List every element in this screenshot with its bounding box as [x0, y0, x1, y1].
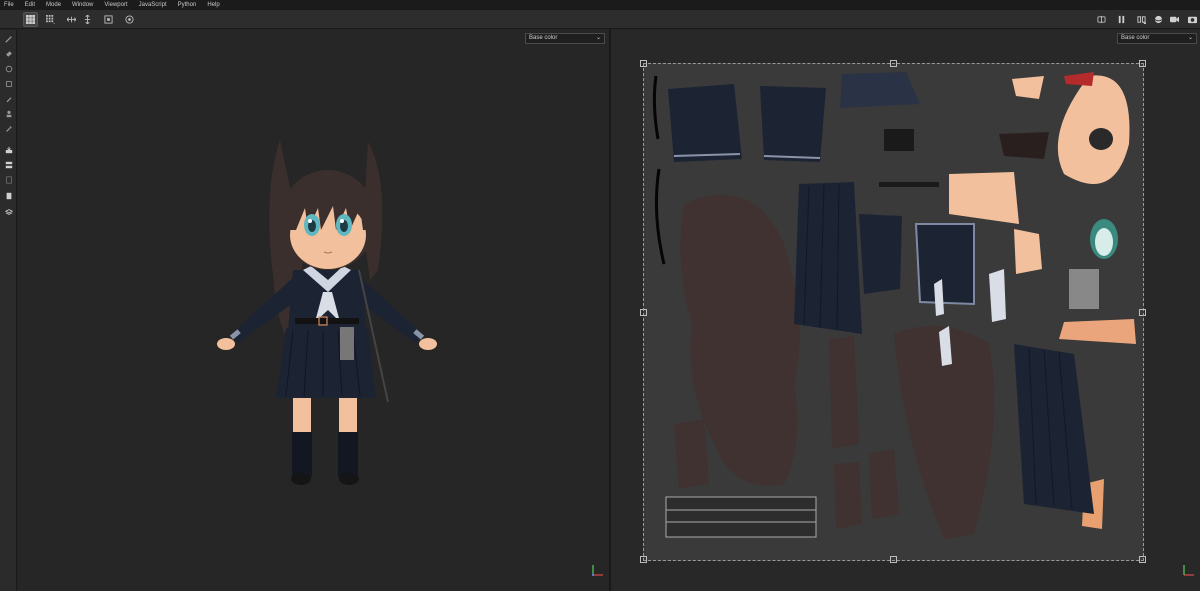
bake-icon: [5, 146, 12, 153]
uv-bodice: [914, 223, 975, 306]
menu-edit[interactable]: Edit: [25, 0, 35, 10]
uv-face-skin: [1057, 75, 1130, 184]
menu-viewport[interactable]: Viewport: [104, 0, 127, 10]
smudge-icon: [6, 96, 11, 102]
channel-dropdown-2d[interactable]: Base color ⌄: [1117, 33, 1197, 44]
menu-help[interactable]: Help: [207, 0, 219, 10]
menu-python[interactable]: Python: [178, 0, 197, 10]
menu-mode[interactable]: Mode: [46, 0, 61, 10]
viewport-3d[interactable]: Base color ⌄: [18, 30, 609, 591]
menu-window[interactable]: Window: [72, 0, 93, 10]
polygon-fill-tool[interactable]: [3, 174, 14, 185]
sphere-button[interactable]: [1151, 12, 1166, 27]
uv-handle-bottom-right[interactable]: [1139, 556, 1146, 563]
paint-brush-tool[interactable]: [3, 33, 14, 44]
uv-collar: [840, 72, 920, 108]
projection-tool[interactable]: [3, 63, 14, 74]
uv-handle-middle-left[interactable]: [640, 309, 647, 316]
fit-horizontal-icon: [67, 16, 76, 23]
fit-vertical-icon: [84, 15, 91, 24]
layers-tool[interactable]: [3, 206, 14, 217]
axis-gizmo-2d: [1183, 565, 1194, 576]
history-icon: [6, 192, 11, 199]
frame-button[interactable]: [101, 12, 116, 27]
camera-button[interactable]: [1167, 12, 1182, 27]
uv-skirt-back: [1014, 344, 1094, 514]
uv-bow: [1064, 72, 1094, 86]
model-shoe-left: [291, 473, 311, 485]
uv-handle-top-left[interactable]: [640, 60, 647, 67]
pause-icon: [1118, 15, 1125, 24]
screenshot-icon: [1188, 16, 1197, 24]
paint-brush-icon: [4, 35, 12, 43]
model-leg-left: [293, 395, 311, 433]
model-shoe-right: [339, 473, 359, 485]
texture-atlas: [652, 72, 1136, 539]
uv-handle-bottom-left[interactable]: [640, 556, 647, 563]
model-pouch: [340, 327, 354, 360]
clone-stamp-icon: [6, 110, 11, 117]
frame-icon: [104, 15, 113, 24]
uv-sleeve-left: [668, 84, 742, 162]
compare-button[interactable]: [1134, 12, 1149, 27]
clone-stamp-tool[interactable]: [3, 108, 14, 119]
uv-sleeve-right: [760, 86, 826, 162]
color-picker-tool[interactable]: [3, 123, 14, 134]
uv-torso-piece: [859, 214, 902, 294]
grid-view-button[interactable]: [43, 12, 58, 27]
eraser-icon: [5, 50, 12, 57]
color-picker-icon: [5, 125, 12, 132]
chevron-down-icon: ⌄: [1187, 35, 1193, 41]
fill-tool[interactable]: [3, 159, 14, 170]
bake-tool[interactable]: [3, 144, 14, 155]
uv-pouch: [1069, 269, 1099, 309]
model-sock-left: [292, 432, 312, 477]
menu-file[interactable]: File: [4, 0, 14, 10]
menu-javascript[interactable]: JavaScript: [139, 0, 167, 10]
model-skirt: [276, 328, 376, 398]
polygon-fill-icon: [5, 175, 12, 184]
pause-button[interactable]: [1114, 12, 1129, 27]
symmetry-icon: [1097, 15, 1106, 24]
model-sock-right: [338, 432, 358, 477]
model-hand-left: [217, 338, 235, 350]
uv-handle-top-right[interactable]: [1139, 60, 1146, 67]
tool-strip: [0, 30, 17, 591]
grid-view-icon: [46, 15, 55, 24]
viewport-2d[interactable]: Base color ⌄: [611, 30, 1200, 591]
uv-handle-middle-right[interactable]: [1139, 309, 1146, 316]
history-tool[interactable]: [3, 190, 14, 201]
uv-handle-top-center[interactable]: [890, 60, 897, 67]
target-button[interactable]: [122, 12, 137, 27]
smudge-tool[interactable]: [3, 93, 14, 104]
projection-icon: [5, 65, 12, 72]
layers-icon: [4, 208, 13, 215]
toolbar: [0, 10, 1200, 29]
fit-vertical-button[interactable]: [80, 12, 95, 27]
model-leg-right: [339, 395, 357, 433]
single-view-button[interactable]: [23, 12, 38, 27]
symmetry-button[interactable]: [1094, 12, 1109, 27]
screenshot-button[interactable]: [1185, 12, 1200, 27]
uv-strap: [665, 496, 817, 538]
app-window: File Edit Mode Window Viewport JavaScrip…: [0, 0, 1200, 591]
geometry-mask-tool[interactable]: [3, 78, 14, 89]
compare-icon: [1137, 16, 1146, 24]
fill-icon: [5, 161, 12, 168]
camera-icon: [1170, 16, 1179, 23]
target-icon: [125, 15, 134, 24]
character-model: [217, 140, 437, 485]
fit-horizontal-button[interactable]: [64, 12, 79, 27]
channel-dropdown-2d-value: Base color: [1121, 35, 1150, 41]
single-view-icon: [26, 15, 35, 24]
menu-bar: File Edit Mode Window Viewport JavaScrip…: [0, 0, 1200, 10]
model-hand-right: [419, 338, 437, 350]
axis-gizmo-3d: [591, 565, 603, 577]
uv-tile[interactable]: [640, 60, 1146, 563]
sphere-icon: [1154, 15, 1163, 24]
geometry-mask-icon: [5, 80, 12, 87]
eraser-tool[interactable]: [3, 48, 14, 59]
uv-body-skin: [949, 172, 1019, 224]
uv-handle-bottom-center[interactable]: [890, 556, 897, 563]
